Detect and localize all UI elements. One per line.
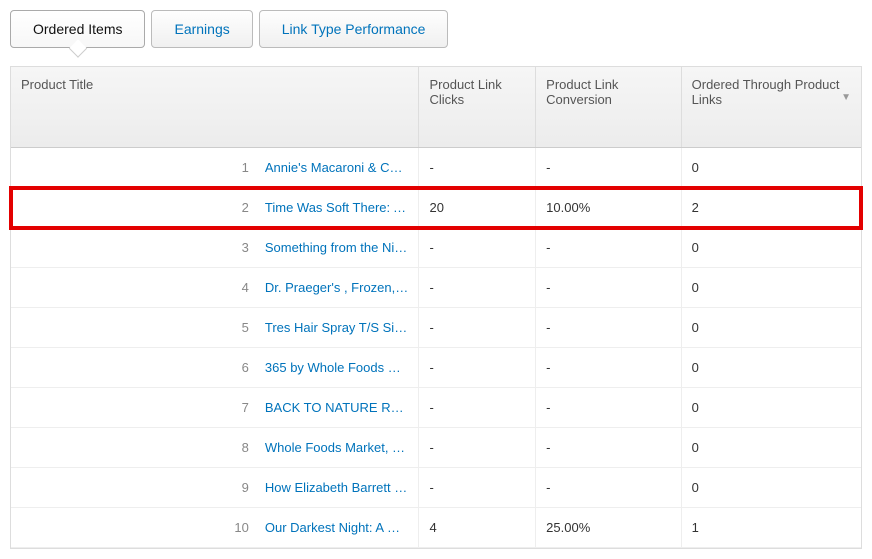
table-row: 1Annie's Macaroni & Cheese, Shells & Rea…	[11, 148, 861, 188]
cell-ordered: 2	[681, 188, 861, 228]
cell-clicks: 4	[419, 508, 536, 548]
product-title-link[interactable]: Something from the Nightside (Nightside,…	[255, 228, 419, 268]
row-number: 1	[11, 148, 255, 188]
cell-ordered: 0	[681, 388, 861, 428]
product-title-link[interactable]: Annie's Macaroni & Cheese, Shells & Real…	[255, 148, 419, 188]
report-table: Product Title Product Link Clicks Produc…	[10, 66, 862, 549]
table-row: 8Whole Foods Market, Organic Chicken Sau…	[11, 428, 861, 468]
cell-ordered: 0	[681, 148, 861, 188]
cell-ordered: 0	[681, 428, 861, 468]
table-row: 5Tres Hair Spray T/S Size 2.Z Tres Hair …	[11, 308, 861, 348]
cell-conversion: 10.00%	[536, 188, 681, 228]
product-title-link[interactable]: How Elizabeth Barrett Browning Saved My …	[255, 468, 419, 508]
row-number: 4	[11, 268, 255, 308]
sort-desc-icon: ▼	[841, 92, 851, 103]
cell-conversion: -	[536, 468, 681, 508]
cell-conversion: -	[536, 308, 681, 348]
tabs: Ordered Items Earnings Link Type Perform…	[10, 10, 862, 48]
product-title-link[interactable]: Whole Foods Market, Organic Chicken Saus…	[255, 428, 419, 468]
cell-conversion: -	[536, 348, 681, 388]
row-number: 2	[11, 188, 255, 228]
tab-ordered-items[interactable]: Ordered Items	[10, 10, 145, 48]
cell-clicks: -	[419, 308, 536, 348]
cell-conversion: -	[536, 268, 681, 308]
col-clicks[interactable]: Product Link Clicks	[419, 67, 536, 148]
table-row: 7BACK TO NATURE Rosemary Olive Oil Harve…	[11, 388, 861, 428]
product-title-link[interactable]: 365 by Whole Foods Market, Organic Cerea…	[255, 348, 419, 388]
table-row: 9How Elizabeth Barrett Browning Saved My…	[11, 468, 861, 508]
cell-conversion: -	[536, 388, 681, 428]
cell-conversion: 25.00%	[536, 508, 681, 548]
table-row: 4Dr. Praeger's , Frozen, California Vegg…	[11, 268, 861, 308]
product-title-link[interactable]: Dr. Praeger's , Frozen, California Veggi…	[255, 268, 419, 308]
cell-clicks: -	[419, 428, 536, 468]
cell-conversion: -	[536, 428, 681, 468]
cell-ordered: 0	[681, 268, 861, 308]
cell-clicks: -	[419, 468, 536, 508]
cell-clicks: -	[419, 148, 536, 188]
col-product-title[interactable]: Product Title	[11, 67, 419, 148]
row-number: 3	[11, 228, 255, 268]
row-number: 10	[11, 508, 255, 548]
col-ordered-label: Ordered Through Product Links	[692, 77, 840, 107]
row-number: 7	[11, 388, 255, 428]
cell-clicks: 20	[419, 188, 536, 228]
product-title-link[interactable]: Time Was Soft There: A Paris Sojourn at …	[255, 188, 419, 228]
table-row: 10Our Darkest Night: A Novel of Italy an…	[11, 508, 861, 548]
col-ordered[interactable]: Ordered Through Product Links ▼	[681, 67, 861, 148]
product-title-link[interactable]: BACK TO NATURE Rosemary Olive Oil Harves…	[255, 388, 419, 428]
product-title-link[interactable]: Tres Hair Spray T/S Size 2.Z Tres Hair S…	[255, 308, 419, 348]
cell-ordered: 0	[681, 228, 861, 268]
table-row: 6365 by Whole Foods Market, Organic Cere…	[11, 348, 861, 388]
cell-conversion: -	[536, 228, 681, 268]
cell-clicks: -	[419, 228, 536, 268]
cell-ordered: 0	[681, 468, 861, 508]
cell-clicks: -	[419, 268, 536, 308]
cell-ordered: 1	[681, 508, 861, 548]
cell-clicks: -	[419, 348, 536, 388]
col-conversion[interactable]: Product Link Conversion	[536, 67, 681, 148]
cell-ordered: 0	[681, 348, 861, 388]
cell-conversion: -	[536, 148, 681, 188]
row-number: 9	[11, 468, 255, 508]
tab-earnings[interactable]: Earnings	[151, 10, 252, 48]
cell-ordered: 0	[681, 308, 861, 348]
tab-link-type-performance[interactable]: Link Type Performance	[259, 10, 449, 48]
row-number: 6	[11, 348, 255, 388]
product-title-link[interactable]: Our Darkest Night: A Novel of Italy and …	[255, 508, 419, 548]
row-number: 8	[11, 428, 255, 468]
cell-clicks: -	[419, 388, 536, 428]
table-header-row: Product Title Product Link Clicks Produc…	[11, 67, 861, 148]
table-row: 3Something from the Nightside (Nightside…	[11, 228, 861, 268]
row-number: 5	[11, 308, 255, 348]
table-row: 2Time Was Soft There: A Paris Sojourn at…	[11, 188, 861, 228]
